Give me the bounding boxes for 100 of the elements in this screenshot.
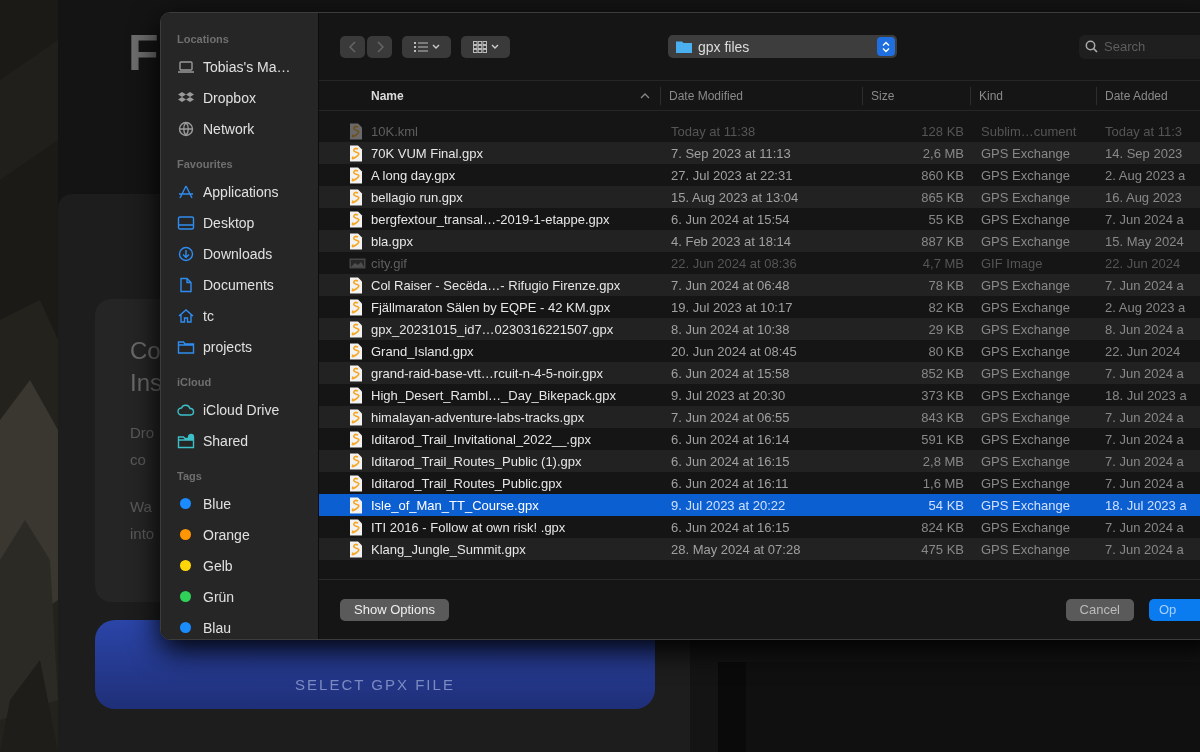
date-added: Today at 11:3 bbox=[1105, 123, 1184, 139]
file-size: 824 KB bbox=[920, 519, 964, 535]
date-added: 7. Jun 2024 a bbox=[1105, 211, 1185, 227]
file-row[interactable]: ITI 2016 - Follow at own risk! .gpx 6. Jun 2024 at 16:15 824 KB GPS Exchange 7. Jun 2024 a bbox=[319, 516, 1200, 538]
sidebar-item[interactable]: Applications bbox=[203, 183, 279, 200]
column-header[interactable]: Name bbox=[371, 88, 404, 103]
date-modified: 28. May 2024 at 07:28 bbox=[671, 541, 802, 557]
file-row[interactable]: bergfextour_transal…-2019-1-etappe.gpx 6. Jun 2024 at 15:54 55 KB GPS Exchange 7. Jun 2024 a bbox=[319, 208, 1200, 230]
sidebar-item[interactable]: tc bbox=[203, 307, 214, 324]
column-header[interactable]: Date Added bbox=[1105, 88, 1168, 103]
file-kind: GPS Exchange bbox=[981, 453, 1071, 469]
file-name: High_Desert_Rambl…_Day_Bikepack.gpx bbox=[371, 387, 617, 403]
gpx-file-icon bbox=[349, 452, 363, 470]
file-row[interactable]: Col Raiser - Secëda…- Rifugio Firenze.gpx 7. Jun 2024 at 06:48 78 KB GPS Exchange 7. Jun 2024 a bbox=[319, 274, 1200, 296]
date-added: 22. Jun 2024 bbox=[1105, 343, 1182, 359]
document-icon bbox=[177, 276, 195, 293]
sidebar-heading: iCloud bbox=[177, 376, 213, 388]
date-modified: 27. Jul 2023 at 22:31 bbox=[671, 167, 794, 183]
file-kind: GPS Exchange bbox=[981, 431, 1071, 447]
file-name: Iditarod_Trail_Invitational_2022__.gpx bbox=[371, 431, 592, 447]
column-header[interactable]: Size bbox=[871, 88, 895, 103]
file-name: 10K.kml bbox=[371, 123, 419, 139]
card-title: Ins bbox=[130, 368, 162, 398]
file-kind: Sublim…cument bbox=[981, 123, 1078, 139]
file-row[interactable]: Isle_of_Man_TT_Course.gpx 9. Jul 2023 at 20:22 54 KB GPS Exchange 18. Jul 2023 a bbox=[319, 494, 1200, 516]
cancel-button[interactable]: Cancel bbox=[1065, 598, 1134, 621]
list-view-button[interactable] bbox=[402, 35, 451, 58]
file-row[interactable]: bla.gpx 4. Feb 2023 at 18:14 887 KB GPS Exchange 15. May 2024 bbox=[319, 230, 1200, 252]
sidebar-item[interactable]: projects bbox=[203, 338, 253, 355]
date-added: 7. Jun 2024 a bbox=[1105, 409, 1185, 425]
file-row[interactable]: 70K VUM Final.gpx 7. Sep 2023 at 11:13 2,6 MB GPS Exchange 14. Sep 2023 bbox=[319, 142, 1200, 164]
sidebar-item[interactable]: Network bbox=[203, 120, 255, 137]
date-added: 22. Jun 2024 bbox=[1105, 255, 1182, 271]
file-kind: GIF Image bbox=[981, 255, 1044, 271]
app-heading: F bbox=[128, 28, 159, 78]
sidebar-item[interactable]: Desktop bbox=[203, 214, 255, 231]
file-kind: GPS Exchange bbox=[981, 497, 1071, 513]
file-row[interactable]: Fjällmaraton Sälen by EQPE - 42 KM.gpx 19. Jul 2023 at 10:17 82 KB GPS Exchange 2. Aug 2023 a bbox=[319, 296, 1200, 318]
date-added: 2. Aug 2023 a bbox=[1105, 167, 1187, 183]
file-name: Col Raiser - Secëda…- Rifugio Firenze.gpx bbox=[371, 277, 622, 293]
date-added: 18. Jul 2023 a bbox=[1105, 497, 1188, 513]
file-kind: GPS Exchange bbox=[981, 233, 1071, 249]
sidebar-item[interactable]: Documents bbox=[203, 276, 274, 293]
file-row[interactable]: High_Desert_Rambl…_Day_Bikepack.gpx 9. Jul 2023 at 20:30 373 KB GPS Exchange 18. Jul 2023 a bbox=[319, 384, 1200, 406]
file-row[interactable]: grand-raid-base-vtt…rcuit-n-4-5-noir.gpx 6. Jun 2024 at 15:58 852 KB GPS Exchange 7. Jun 2024 a bbox=[319, 362, 1200, 384]
file-name: Grand_Island.gpx bbox=[371, 343, 475, 359]
file-row[interactable]: Iditarod_Trail_Routes_Public (1).gpx 6. Jun 2024 at 16:15 2,8 MB GPS Exchange 7. Jun 2024 a bbox=[319, 450, 1200, 472]
file-name: 70K VUM Final.gpx bbox=[371, 145, 484, 161]
apps-icon bbox=[177, 183, 195, 200]
sidebar-item[interactable]: Downloads bbox=[203, 245, 273, 262]
sidebar-item[interactable]: iCloud Drive bbox=[203, 401, 280, 418]
date-modified: 8. Jun 2024 at 10:38 bbox=[671, 321, 791, 337]
date-modified: 22. Jun 2024 at 08:36 bbox=[671, 255, 798, 271]
file-kind: GPS Exchange bbox=[981, 299, 1071, 315]
file-row[interactable]: Iditarod_Trail_Invitational_2022__.gpx 6. Jun 2024 at 16:14 591 KB GPS Exchange 7. Jun 2024 a bbox=[319, 428, 1200, 450]
column-header[interactable]: Kind bbox=[979, 88, 1004, 103]
file-kind: GPS Exchange bbox=[981, 343, 1071, 359]
folder-icon bbox=[676, 40, 692, 53]
grid-icon bbox=[472, 40, 487, 53]
sidebar-item[interactable]: Shared bbox=[203, 432, 249, 449]
file-kind: GPS Exchange bbox=[981, 189, 1071, 205]
show-options-button[interactable]: Show Options bbox=[340, 598, 449, 621]
image-thumbnail-icon bbox=[349, 256, 366, 270]
gpx-file-icon bbox=[349, 188, 363, 206]
file-row[interactable]: Grand_Island.gpx 20. Jun 2024 at 08:45 80 KB GPS Exchange 22. Jun 2024 bbox=[319, 340, 1200, 362]
gpx-file-icon bbox=[349, 386, 363, 404]
globe-icon bbox=[177, 120, 195, 137]
sidebar-item[interactable]: Dropbox bbox=[203, 89, 256, 106]
location-popup[interactable]: gpx files bbox=[668, 35, 897, 58]
gpx-file-icon bbox=[349, 166, 363, 184]
date-modified: 6. Jun 2024 at 15:54 bbox=[671, 211, 791, 227]
file-size: 29 KB bbox=[927, 321, 964, 337]
sidebar-item[interactable]: Grün bbox=[203, 588, 235, 605]
date-modified: 6. Jun 2024 at 16:15 bbox=[671, 519, 791, 535]
chevron-left-icon bbox=[348, 40, 357, 53]
file-name: Iditarod_Trail_Routes_Public.gpx bbox=[371, 475, 563, 491]
file-row[interactable]: himalayan-adventure-labs-tracks.gpx 7. Jun 2024 at 06:55 843 KB GPS Exchange 7. Jun 2024 a bbox=[319, 406, 1200, 428]
gpx-file-icon bbox=[349, 474, 363, 492]
chevron-down-icon bbox=[490, 44, 499, 49]
file-row[interactable]: Iditarod_Trail_Routes_Public.gpx 6. Jun 2024 at 16:11 1,6 MB GPS Exchange 7. Jun 2024 a bbox=[319, 472, 1200, 494]
sidebar-item[interactable]: Blau bbox=[203, 619, 232, 636]
grid-view-button[interactable] bbox=[461, 35, 510, 58]
gpx-file-icon bbox=[349, 276, 363, 294]
column-header[interactable]: Date Modified bbox=[669, 88, 744, 103]
file-row[interactable]: A long day.gpx 27. Jul 2023 at 22:31 860 KB GPS Exchange 2. Aug 2023 a bbox=[319, 164, 1200, 186]
file-row[interactable]: gpx_20231015_id7…0230316221507.gpx 8. Jun 2024 at 10:38 29 KB GPS Exchange 8. Jun 2024 a bbox=[319, 318, 1200, 340]
date-added: 7. Jun 2024 a bbox=[1105, 277, 1185, 293]
sidebar-item[interactable]: Gelb bbox=[203, 557, 233, 574]
sidebar-item[interactable]: Orange bbox=[203, 526, 250, 543]
file-row[interactable]: bellagio run.gpx 15. Aug 2023 at 13:04 865 KB GPS Exchange 16. Aug 2023 bbox=[319, 186, 1200, 208]
gpx-file-icon bbox=[349, 298, 363, 316]
sidebar-item[interactable]: Blue bbox=[203, 495, 232, 512]
gpx-file-icon bbox=[349, 430, 363, 448]
sidebar-heading: Tags bbox=[177, 470, 203, 482]
file-row[interactable]: Klang_Jungle_Summit.gpx 28. May 2024 at 07:28 475 KB GPS Exchange 7. Jun 2024 a bbox=[319, 538, 1200, 560]
file-size: 2,6 MB bbox=[921, 145, 964, 161]
file-name: bla.gpx bbox=[371, 233, 414, 249]
sidebar-item[interactable]: Tobias's Ma… bbox=[203, 58, 291, 75]
gpx-file-icon bbox=[349, 540, 363, 558]
date-added: 14. Sep 2023 bbox=[1105, 145, 1184, 161]
